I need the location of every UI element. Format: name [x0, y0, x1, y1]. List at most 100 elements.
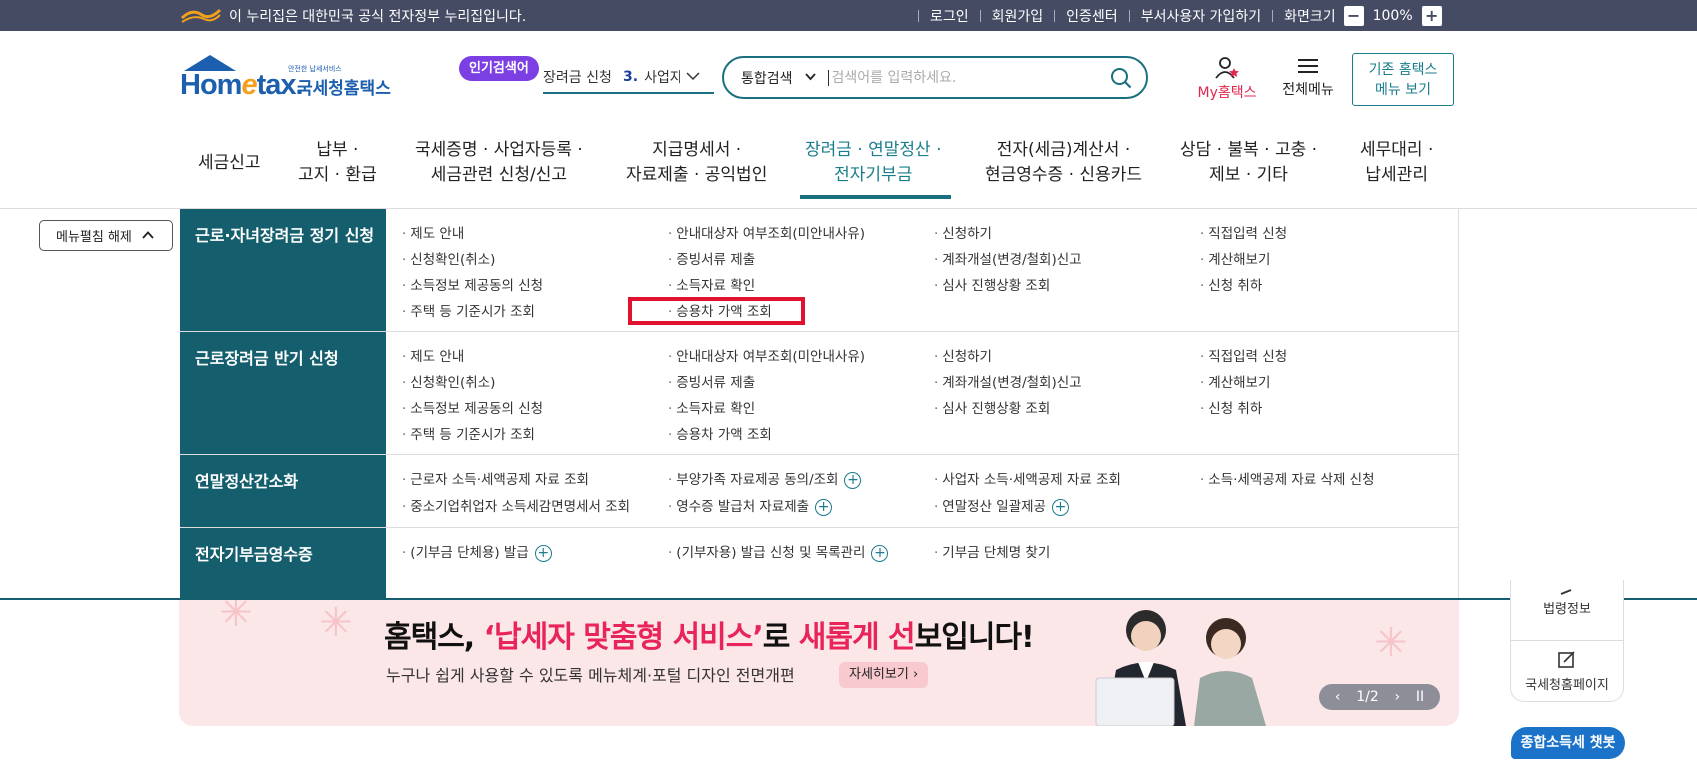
chevron-down-icon[interactable] — [686, 70, 700, 84]
gnb-certificate[interactable]: 국세증명 · 사업자등록 · 세금관련 신청/신고 — [415, 138, 583, 188]
all-menu-button[interactable]: 전체메뉴 — [1276, 56, 1340, 99]
signup-link[interactable]: 회원가입 — [992, 6, 1044, 26]
plus-circle-icon[interactable]: + — [534, 544, 552, 562]
plus-circle-icon[interactable]: + — [871, 544, 889, 562]
gnb-consult[interactable]: 상담 · 불복 · 고충 · 제보 · 기타 — [1180, 138, 1317, 188]
zoom-out-button[interactable]: − — [1343, 6, 1364, 26]
gnb-payment-statement[interactable]: 지급명세서 · 자료제출 · 공익법인 — [626, 138, 767, 188]
divider — [979, 10, 981, 22]
menu-item[interactable]: · 신청하기 — [934, 222, 992, 242]
menu-item[interactable]: · 신청확인(취소) — [402, 248, 495, 268]
menu-item[interactable]: · (기부금 단체용) 발급 + — [402, 541, 552, 562]
plus-circle-icon[interactable]: + — [1051, 498, 1069, 516]
quick-law-info[interactable]: 법령정보 — [1511, 588, 1623, 617]
menu-item[interactable]: · 소득·세액공제 자료 삭제 신청 — [1200, 468, 1375, 488]
divider — [1511, 640, 1623, 641]
menu-item[interactable]: · 연말정산 일괄제공 + — [934, 495, 1069, 516]
menu-item[interactable]: · 신청 취하 — [1200, 274, 1262, 294]
menu-item[interactable]: · 심사 진행상황 조회 — [934, 397, 1050, 417]
menu-section-title[interactable]: 근로·자녀장려금 정기 신청 — [180, 209, 386, 331]
menu-item[interactable]: · 제도 안내 — [402, 222, 464, 242]
my-hometax-button[interactable]: My홈택스 — [1190, 56, 1264, 102]
old-hometax-line2: 메뉴 보기 — [1375, 82, 1431, 98]
menu-item[interactable]: · 계좌개설(변경/철회)신고 — [934, 248, 1082, 268]
menu-item[interactable]: · 중소기업취업자 소득세감면명세서 조회 — [402, 495, 630, 515]
mega-menu: 근로·자녀장려금 정기 신청 · 제도 안내 · 안내대상자 여부조회(미안내사유)… — [180, 209, 1459, 599]
menu-item[interactable]: · 주택 등 기준시가 조회 — [402, 423, 535, 443]
chatbot-button[interactable]: 종합소득세 챗봇 — [1511, 727, 1625, 759]
menu-item[interactable]: · 신청하기 — [934, 345, 992, 365]
zoom-control: 화면크기 − 100% + — [1284, 6, 1442, 26]
menu-item[interactable]: · (기부자용) 발급 신청 및 목록관리 + — [668, 541, 889, 562]
gnb-e-invoice[interactable]: 전자(세금)계산서 · 현금영수증 · 신용카드 — [985, 138, 1142, 188]
ticker-item[interactable]: 사업자 — [644, 67, 680, 87]
menu-item[interactable]: · 직접입력 신청 — [1200, 345, 1287, 365]
pager-prev-icon[interactable]: ‹ — [1335, 689, 1341, 705]
edit-document-icon — [1558, 651, 1575, 668]
banner-more-button[interactable]: 자세히보기 › — [839, 662, 929, 688]
gnb-incentive[interactable]: 장려금 · 연말정산 · 전자기부금 — [805, 138, 942, 188]
menu-item[interactable]: · 안내대상자 여부조회(미안내사유) — [668, 345, 865, 365]
search-scope-select[interactable]: 통합검색 — [741, 68, 816, 88]
banner-subtitle: 누구나 쉽게 사용할 수 있도록 메뉴체계·포털 디자인 전면개편 — [386, 666, 795, 685]
menu-item[interactable]: · 제도 안내 — [402, 345, 464, 365]
logo-korean: 국세청홈택스 — [297, 79, 391, 99]
menu-item[interactable]: · 계산해보기 — [1200, 248, 1270, 268]
sparkle-icon: ✳ — [1374, 620, 1408, 666]
menu-item[interactable]: · 근로자 소득·세액공제 자료 조회 — [402, 468, 589, 488]
menu-item[interactable]: · 소득자료 확인 — [668, 274, 755, 294]
menu-item[interactable]: · 안내대상자 여부조회(미안내사유) — [668, 222, 865, 242]
menu-item[interactable]: · 신청확인(취소) — [402, 371, 495, 391]
menu-item[interactable]: · 심사 진행상황 조회 — [934, 274, 1050, 294]
dept-user-signup-link[interactable]: 부서사용자 가입하기 — [1141, 6, 1261, 26]
menu-item[interactable]: · 신청 취하 — [1200, 397, 1262, 417]
hometax-logo[interactable]: Hometax. 안전한 납세서비스 국세청홈택스 — [180, 55, 395, 107]
promo-banner[interactable]: ✳ ✳ ✳ 홈택스, ‘납세자 맞춤형 서비스’로 새롭게 선보입니다! 누구나… — [179, 600, 1459, 726]
search-input[interactable] — [827, 69, 1098, 86]
all-menu-label: 전체메뉴 — [1282, 82, 1334, 98]
menu-item[interactable]: · 계좌개설(변경/철회)신고 — [934, 371, 1082, 391]
quick-nts-homepage[interactable]: 국세청홈페이지 — [1511, 650, 1623, 693]
menu-collapse-label: 메뉴펼침 해제 — [56, 230, 132, 245]
menu-item[interactable]: · 증빙서류 제출 — [668, 248, 755, 268]
gov-notice-text: 이 누리집은 대한민국 공식 전자정부 누리집입니다. — [229, 9, 527, 25]
menu-section-title[interactable]: 연말정산간소화 — [180, 455, 386, 527]
gnb-tax-report[interactable]: 세금신고 — [198, 151, 261, 176]
menu-collapse-button[interactable]: 메뉴펼침 해제 — [39, 220, 173, 251]
active-tab-indicator — [800, 195, 951, 199]
gnb-payment[interactable]: 납부 · 고지 · 환급 — [298, 138, 377, 188]
menu-item[interactable]: · 소득자료 확인 — [668, 397, 755, 417]
plus-circle-icon[interactable]: + — [844, 471, 862, 489]
menu-item[interactable]: · 부양가족 자료제공 동의/조회 + — [668, 468, 862, 489]
top-links: 로그인 회원가입 인증센터 부서사용자 가입하기 화면크기 − 100% + — [907, 6, 1442, 26]
zoom-value: 100% — [1372, 8, 1413, 24]
menu-item[interactable]: · 증빙서류 제출 — [668, 371, 755, 391]
integrated-search-box: 통합검색 — [722, 56, 1148, 99]
menu-item[interactable]: · 기부금 단체명 찾기 — [934, 541, 1050, 561]
menu-section-title[interactable]: 전자기부금영수증 — [180, 528, 386, 599]
menu-item[interactable]: · 소득정보 제공동의 신청 — [402, 274, 543, 294]
menu-section-title[interactable]: 근로장려금 반기 신청 — [180, 332, 386, 454]
sparkle-icon: ✳ — [219, 600, 253, 636]
search-icon[interactable] — [1110, 67, 1132, 89]
ticker-item[interactable]: 장려금 신청 — [543, 67, 613, 87]
menu-item[interactable]: · 영수증 발급처 자료제출 + — [668, 495, 833, 516]
popular-search-ticker[interactable]: 장려금 신청 3. 사업자 — [543, 62, 714, 94]
login-link[interactable]: 로그인 — [930, 6, 969, 26]
menu-item[interactable]: · 주택 등 기준시가 조회 — [402, 300, 535, 320]
quick-menu-panel: 법령정보 국세청홈페이지 — [1510, 580, 1624, 702]
pager-next-icon[interactable]: › — [1394, 689, 1400, 705]
pause-icon[interactable]: II — [1416, 689, 1424, 705]
menu-item[interactable]: · 사업자 소득·세액공제 자료 조회 — [934, 468, 1121, 488]
menu-item[interactable]: · 소득정보 제공동의 신청 — [402, 397, 543, 417]
pager-text: 1/2 — [1356, 689, 1379, 705]
gnb-tax-agent[interactable]: 세무대리 · 납세관리 — [1360, 138, 1433, 188]
old-hometax-menu-button[interactable]: 기존 홈택스 메뉴 보기 — [1352, 53, 1454, 106]
plus-circle-icon[interactable]: + — [815, 498, 833, 516]
auth-center-link[interactable]: 인증센터 — [1066, 6, 1118, 26]
menu-item[interactable]: · 승용차 가액 조회 — [668, 423, 772, 443]
zoom-in-button[interactable]: + — [1421, 6, 1442, 26]
menu-item[interactable]: · 직접입력 신청 — [1200, 222, 1287, 242]
menu-item[interactable]: · 계산해보기 — [1200, 371, 1270, 391]
my-hometax-label: My홈택스 — [1197, 85, 1257, 101]
